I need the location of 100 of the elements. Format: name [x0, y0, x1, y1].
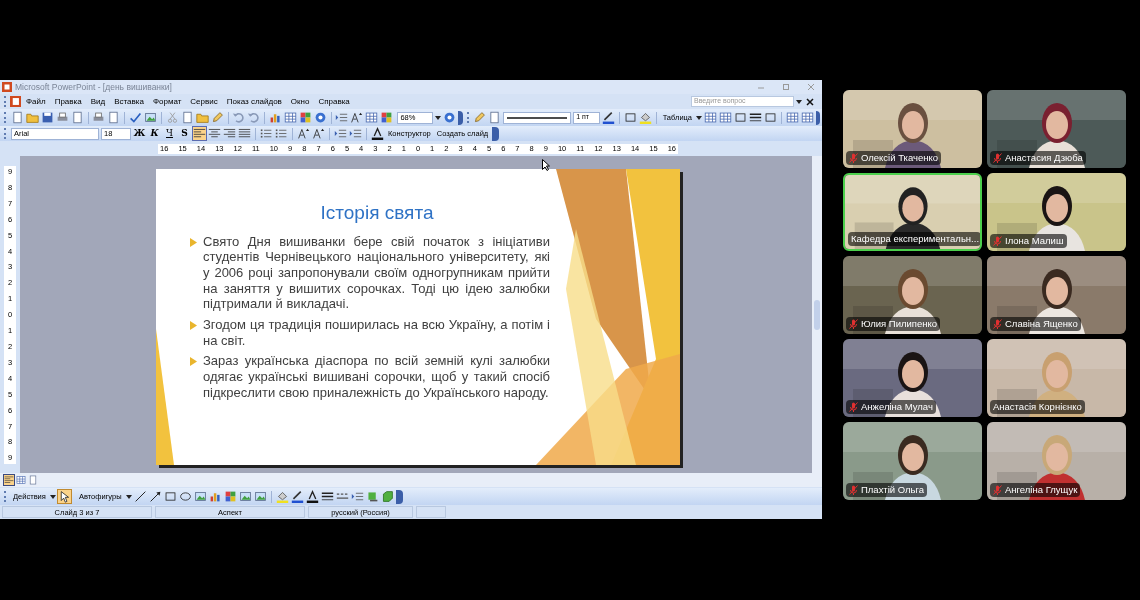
- image-icon[interactable]: [143, 111, 157, 124]
- menu-item[interactable]: Сервис: [186, 95, 222, 108]
- toolbar-grip-handle[interactable]: [4, 96, 7, 107]
- table-icon[interactable]: [800, 111, 814, 124]
- spelling-icon[interactable]: [128, 111, 142, 124]
- table-icon[interactable]: [283, 111, 297, 124]
- dropdown-arrow-icon[interactable]: [435, 114, 442, 121]
- menu-item[interactable]: Вид: [86, 95, 110, 108]
- menu-item[interactable]: Правка: [50, 95, 86, 108]
- line-style-icon[interactable]: [749, 111, 763, 124]
- window-title: Microsoft PowerPoint - [день вишиванки]: [15, 80, 172, 94]
- font-color-icon[interactable]: [305, 490, 319, 503]
- new-document-icon[interactable]: [488, 111, 502, 124]
- new-document-icon[interactable]: [70, 111, 84, 124]
- view-button[interactable]: [4, 475, 14, 485]
- toolbar-options-button[interactable]: [395, 489, 403, 504]
- table-icon[interactable]: [719, 111, 733, 124]
- menu-item[interactable]: Справка: [314, 95, 354, 108]
- undo-icon[interactable]: [232, 111, 246, 124]
- shadow-icon[interactable]: [365, 490, 379, 503]
- color-palette-icon[interactable]: [298, 111, 312, 124]
- toolbar-grip-handle[interactable]: [4, 128, 7, 139]
- 3d-box-icon[interactable]: [380, 490, 394, 503]
- help-icon[interactable]: [313, 111, 327, 124]
- chart-icon[interactable]: [268, 111, 282, 124]
- new-document-icon[interactable]: [180, 111, 194, 124]
- font-grow-icon[interactable]: [350, 111, 364, 124]
- table-icon[interactable]: [785, 111, 799, 124]
- toolbar-grip-handle[interactable]: [4, 112, 7, 123]
- view-button[interactable]: [28, 475, 38, 485]
- align-left-button[interactable]: [193, 127, 206, 140]
- line-color-icon[interactable]: [290, 490, 304, 503]
- chart-icon[interactable]: [208, 490, 222, 503]
- indent-icon[interactable]: [350, 490, 364, 503]
- undo-icon[interactable]: [247, 111, 261, 124]
- indent-icon[interactable]: [334, 127, 347, 140]
- arrow-icon[interactable]: [148, 490, 162, 503]
- fill-color-icon[interactable]: [275, 490, 289, 503]
- pencil-icon[interactable]: [210, 111, 224, 124]
- font-color-icon[interactable]: [371, 127, 384, 140]
- align-right-button[interactable]: [223, 127, 236, 140]
- line-icon[interactable]: [133, 490, 147, 503]
- menu-item[interactable]: Вставка: [110, 95, 148, 108]
- bulleted-list-icon[interactable]: [260, 127, 273, 140]
- oval-icon[interactable]: [178, 490, 192, 503]
- printer-icon[interactable]: [55, 111, 69, 124]
- toolbar-grip-handle[interactable]: [466, 112, 470, 123]
- name-label: Ангеліна Глущук: [990, 483, 1081, 497]
- table-icon[interactable]: [365, 111, 379, 124]
- dropdown-arrow-icon[interactable]: [696, 114, 703, 121]
- rectangle-icon[interactable]: [764, 111, 778, 124]
- rectangle-icon[interactable]: [624, 111, 637, 124]
- line-color-icon[interactable]: [602, 111, 616, 124]
- image-icon[interactable]: [193, 490, 207, 503]
- align-center-button[interactable]: [208, 127, 221, 140]
- vertical-scrollbar[interactable]: [812, 156, 822, 473]
- scrollbar-thumb[interactable]: [814, 299, 820, 330]
- new-document-icon[interactable]: [107, 111, 121, 124]
- menu-item[interactable]: Файл: [22, 95, 50, 108]
- folder-icon[interactable]: [195, 111, 209, 124]
- line-style-dropdown[interactable]: [507, 115, 568, 120]
- text-style-button[interactable]: S: [178, 127, 191, 140]
- help-icon[interactable]: [443, 111, 457, 124]
- close-icon[interactable]: [806, 97, 814, 106]
- image-icon[interactable]: [253, 490, 267, 503]
- image-icon[interactable]: [238, 490, 252, 503]
- font-grow-icon[interactable]: [297, 127, 310, 140]
- toolbar-grip-handle[interactable]: [4, 491, 7, 502]
- menu-item[interactable]: Формат: [148, 95, 186, 108]
- menu-item[interactable]: Показ слайдов: [222, 95, 286, 108]
- text-style-button[interactable]: К: [148, 127, 161, 140]
- justify-button[interactable]: [238, 127, 251, 140]
- rectangle-icon[interactable]: [734, 111, 748, 124]
- toolbar-options-button[interactable]: [492, 126, 500, 141]
- color-palette-icon[interactable]: [380, 111, 394, 124]
- pencil-icon[interactable]: [473, 111, 487, 124]
- line-style-icon[interactable]: [320, 490, 334, 503]
- save-icon[interactable]: [40, 111, 54, 124]
- text-style-button[interactable]: Ч: [163, 127, 176, 140]
- toolbar-options-button[interactable]: [458, 110, 463, 125]
- new-document-icon[interactable]: [10, 111, 24, 124]
- rectangle-icon[interactable]: [163, 490, 177, 503]
- select-pointer-button[interactable]: [57, 490, 71, 503]
- dropdown-arrow-icon[interactable]: [125, 493, 132, 500]
- toolbar-options-button[interactable]: [815, 110, 821, 125]
- text-style-button[interactable]: Ж: [133, 127, 146, 140]
- fill-color-icon[interactable]: [639, 111, 652, 124]
- maximize-icon[interactable]: [781, 82, 791, 92]
- bulleted-list-icon[interactable]: [275, 127, 288, 140]
- color-palette-icon[interactable]: [223, 490, 237, 503]
- document-icon[interactable]: [10, 96, 21, 107]
- menu-item[interactable]: Окно: [286, 95, 314, 108]
- table-icon[interactable]: [704, 111, 718, 124]
- dropdown-arrow-icon[interactable]: [796, 98, 802, 105]
- view-button[interactable]: [16, 475, 26, 485]
- indent-icon[interactable]: [335, 111, 349, 124]
- font-grow-icon[interactable]: [312, 127, 325, 140]
- dropdown-arrow-icon[interactable]: [49, 493, 56, 500]
- printer-icon[interactable]: [92, 111, 106, 124]
- indent-icon[interactable]: [349, 127, 362, 140]
